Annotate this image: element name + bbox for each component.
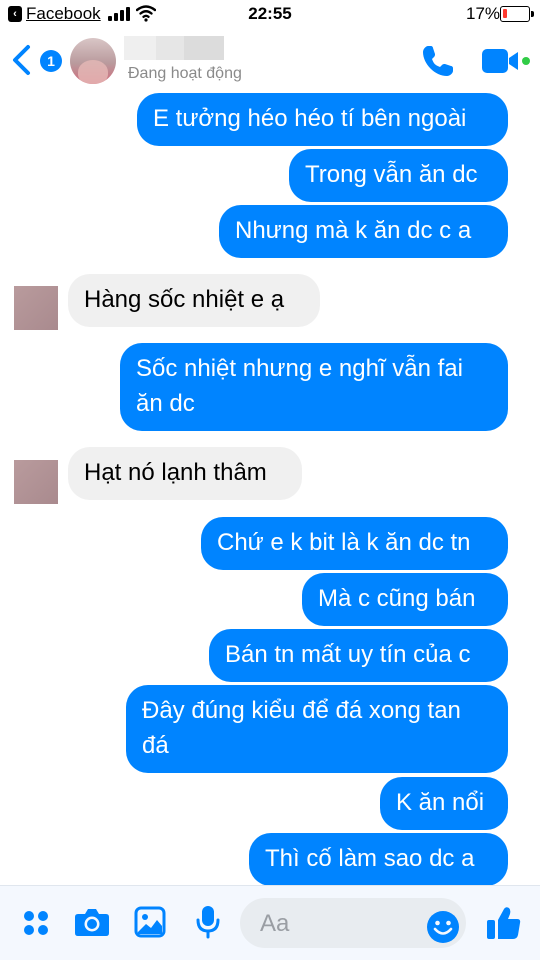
thumbs-up-icon[interactable]: [486, 905, 522, 941]
battery-percent: 17%: [466, 4, 501, 23]
clock: 22:55: [248, 4, 292, 23]
video-call-icon[interactable]: [480, 44, 532, 78]
battery-icon: [500, 6, 534, 22]
camera-icon[interactable]: [74, 906, 110, 938]
status-bar: ‹ Facebook 22:55 17%: [0, 0, 540, 30]
sender-avatar[interactable]: [14, 286, 58, 330]
battery-level: [503, 9, 507, 18]
message-sent[interactable]: Thì cố làm sao dc a: [249, 833, 508, 886]
apps-icon[interactable]: [21, 908, 51, 938]
microphone-icon[interactable]: [195, 904, 221, 940]
message-sent[interactable]: Chứ e k bit là k ăn dc tn: [201, 517, 508, 570]
message-sent[interactable]: Mà c cũng bán: [302, 573, 508, 626]
message-sent[interactable]: Nhưng mà k ăn dc c a: [219, 205, 508, 258]
message-received[interactable]: Hạt nó lạnh thâm: [68, 447, 302, 500]
image-icon[interactable]: [134, 906, 166, 938]
chevron-left-icon: [13, 45, 30, 75]
contact-name-redacted[interactable]: [124, 36, 224, 60]
message-sent[interactable]: K ăn nổi: [380, 777, 508, 830]
message-received[interactable]: Hàng sốc nhiệt e ạ: [68, 274, 320, 327]
message-input-placeholder: Aa: [260, 910, 290, 937]
message-sent[interactable]: E tưởng héo héo tí bên ngoài: [137, 93, 508, 146]
composer-bar: Aa: [0, 885, 540, 960]
message-sent[interactable]: Đây đúng kiểu để đá xong tan đá: [126, 685, 508, 773]
message-sent[interactable]: Bán tn mất uy tín của c: [209, 629, 508, 682]
message-sent[interactable]: Sốc nhiệt nhưng e nghĩ vẫn fai ăn dc: [120, 343, 508, 431]
unread-count-badge: 1: [40, 50, 62, 72]
emoji-icon[interactable]: [426, 910, 460, 944]
contact-avatar[interactable]: [70, 38, 116, 84]
sender-avatar[interactable]: [14, 460, 58, 504]
conversation-header: 1 Đang hoạt động: [0, 30, 540, 92]
phone-call-icon[interactable]: [420, 43, 456, 79]
active-status: Đang hoạt động: [128, 65, 242, 82]
back-button[interactable]: 1: [10, 40, 62, 80]
message-sent[interactable]: Trong vẫn ăn dc: [289, 149, 508, 202]
